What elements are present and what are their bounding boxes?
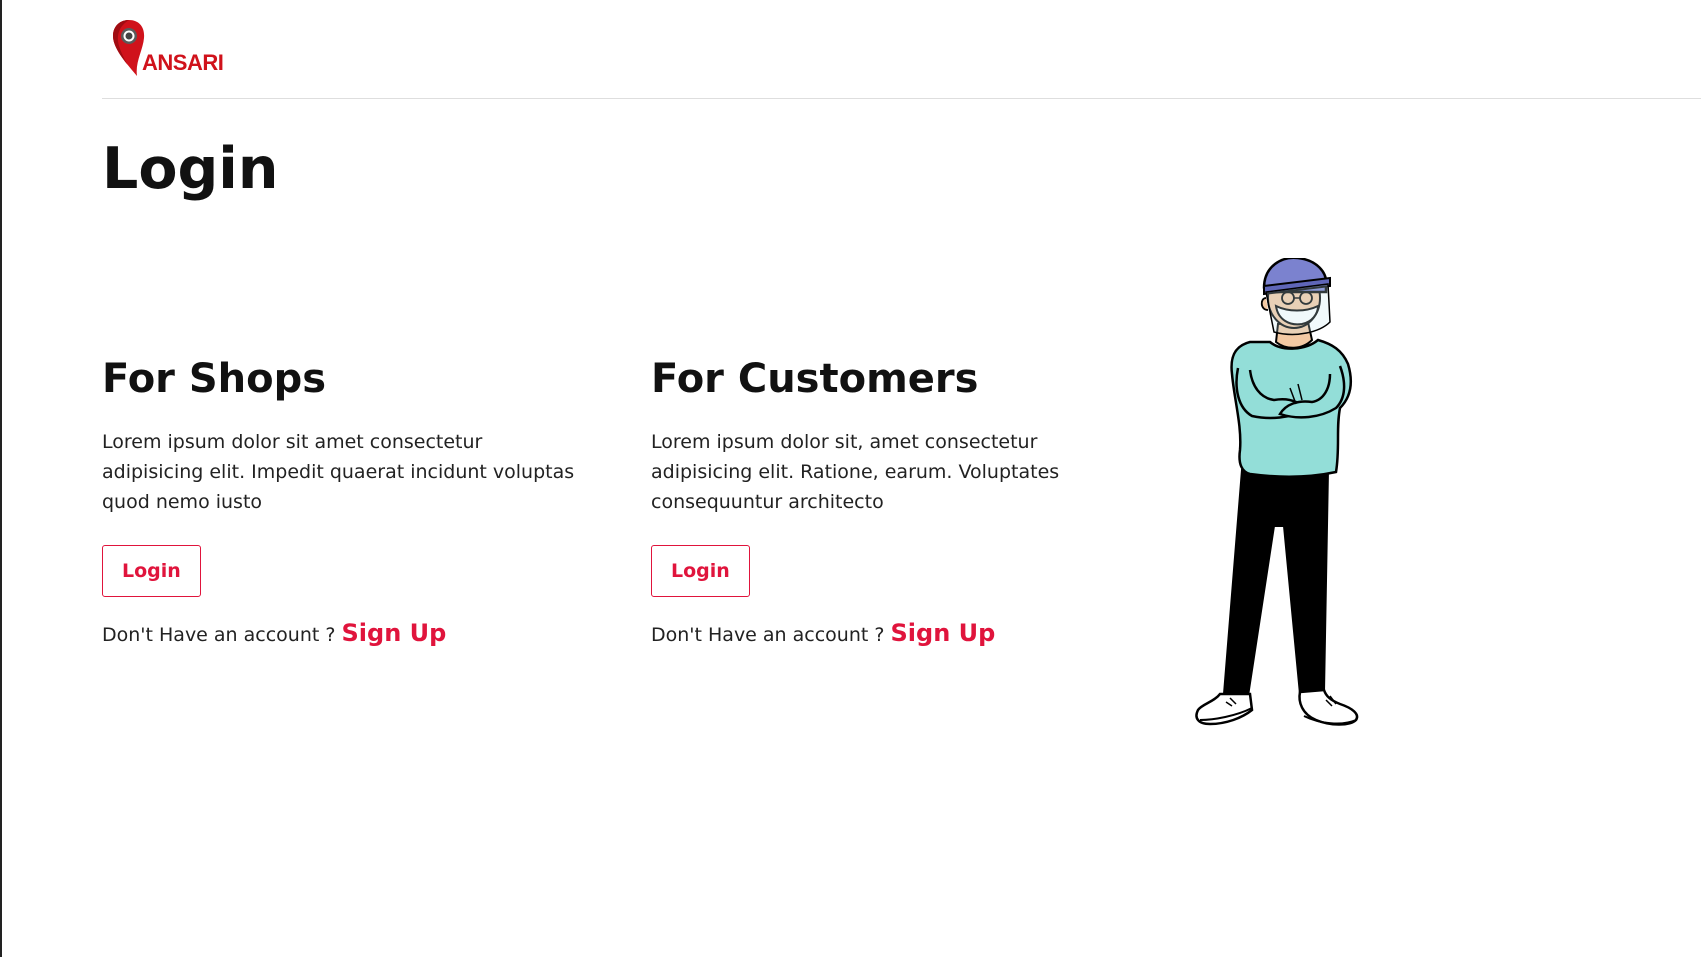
customers-login-button[interactable]: Login [651,545,750,597]
shops-card: For Shops Lorem ipsum dolor sit amet con… [102,355,582,647]
customers-signup-prompt: Don't Have an account ? [651,624,885,646]
customers-card: For Customers Lorem ipsum dolor sit, ame… [651,355,1131,647]
shops-signup-prompt: Don't Have an account ? [102,624,336,646]
page-title: Login [102,136,279,202]
shops-signup-link[interactable]: Sign Up [342,619,447,647]
shops-signup-row: Don't Have an account ? Sign Up [102,619,582,647]
customers-signup-row: Don't Have an account ? Sign Up [651,619,1131,647]
site-header: ANSARI [102,0,1701,99]
customers-signup-link[interactable]: Sign Up [891,619,996,647]
window-edge [0,0,2,957]
customers-description: Lorem ipsum dolor sit, amet consectetur … [651,431,1060,513]
brand-logo[interactable]: ANSARI [111,18,231,78]
shops-description: Lorem ipsum dolor sit amet consectetur a… [102,431,575,513]
shops-login-button[interactable]: Login [102,545,201,597]
person-with-face-shield-illustration [1195,258,1359,726]
brand-name: ANSARI [142,50,224,75]
shops-heading: For Shops [102,356,327,402]
customers-heading: For Customers [651,356,979,402]
